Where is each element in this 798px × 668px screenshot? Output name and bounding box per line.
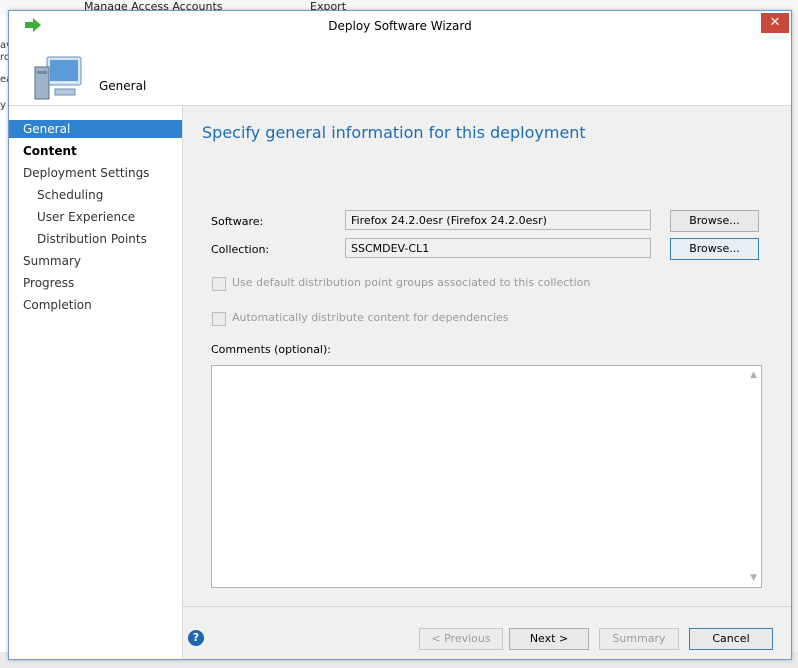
nav-item-content[interactable]: Content xyxy=(23,142,77,160)
auto-distribute-label: Automatically distribute content for dep… xyxy=(232,311,509,324)
nav-item-general[interactable]: General xyxy=(9,120,182,138)
comments-textarea[interactable]: ▲ ▼ xyxy=(211,365,762,588)
wizard-content: Specify general information for this dep… xyxy=(183,106,791,659)
cancel-button[interactable]: Cancel xyxy=(689,628,773,650)
nav-item-summary[interactable]: Summary xyxy=(23,252,81,270)
nav-item-distribution-points[interactable]: Distribution Points xyxy=(37,230,147,248)
collection-label: Collection: xyxy=(211,243,270,256)
default-dp-groups-label: Use default distribution point groups as… xyxy=(232,276,591,289)
computer-icon xyxy=(34,56,82,100)
wizard-header: General xyxy=(9,39,791,106)
nav-item-progress[interactable]: Progress xyxy=(23,274,74,292)
default-dp-groups-option[interactable]: Use default distribution point groups as… xyxy=(212,276,612,291)
window-title: Deploy Software Wizard xyxy=(328,19,472,33)
scroll-down-icon[interactable]: ▼ xyxy=(750,573,757,583)
summary-button[interactable]: Summary xyxy=(599,628,679,650)
nav-item-completion[interactable]: Completion xyxy=(23,296,92,314)
wizard-navigation: General Content Deployment Settings Sche… xyxy=(9,106,183,659)
footer-divider xyxy=(183,606,791,607)
close-button[interactable]: ✕ xyxy=(761,13,789,33)
nav-item-scheduling[interactable]: Scheduling xyxy=(37,186,103,204)
next-button[interactable]: Next > xyxy=(509,628,589,650)
bg-fragment: y xyxy=(0,100,6,111)
page-heading: Specify general information for this dep… xyxy=(202,123,586,142)
comments-label: Comments (optional): xyxy=(211,343,331,356)
collection-browse-button[interactable]: Browse... xyxy=(670,238,759,260)
default-dp-groups-checkbox[interactable] xyxy=(212,277,226,291)
header-title: General xyxy=(99,79,147,93)
auto-distribute-checkbox[interactable] xyxy=(212,312,226,326)
auto-distribute-option[interactable]: Automatically distribute content for dep… xyxy=(212,311,612,326)
nav-item-user-experience[interactable]: User Experience xyxy=(37,208,135,226)
software-browse-button[interactable]: Browse... xyxy=(670,210,759,232)
software-field: Firefox 24.2.0esr (Firefox 24.2.0esr) xyxy=(345,210,651,230)
deploy-software-wizard-dialog: Deploy Software Wizard ✕ General General… xyxy=(8,10,792,660)
scroll-up-icon[interactable]: ▲ xyxy=(750,370,757,380)
title-bar: Deploy Software Wizard ✕ xyxy=(9,11,791,39)
previous-button[interactable]: < Previous xyxy=(419,628,503,650)
help-icon[interactable]: ? xyxy=(188,630,204,646)
software-label: Software: xyxy=(211,215,264,228)
nav-item-deployment-settings[interactable]: Deployment Settings xyxy=(23,164,149,182)
collection-field: SSCMDEV-CL1 xyxy=(345,238,651,258)
